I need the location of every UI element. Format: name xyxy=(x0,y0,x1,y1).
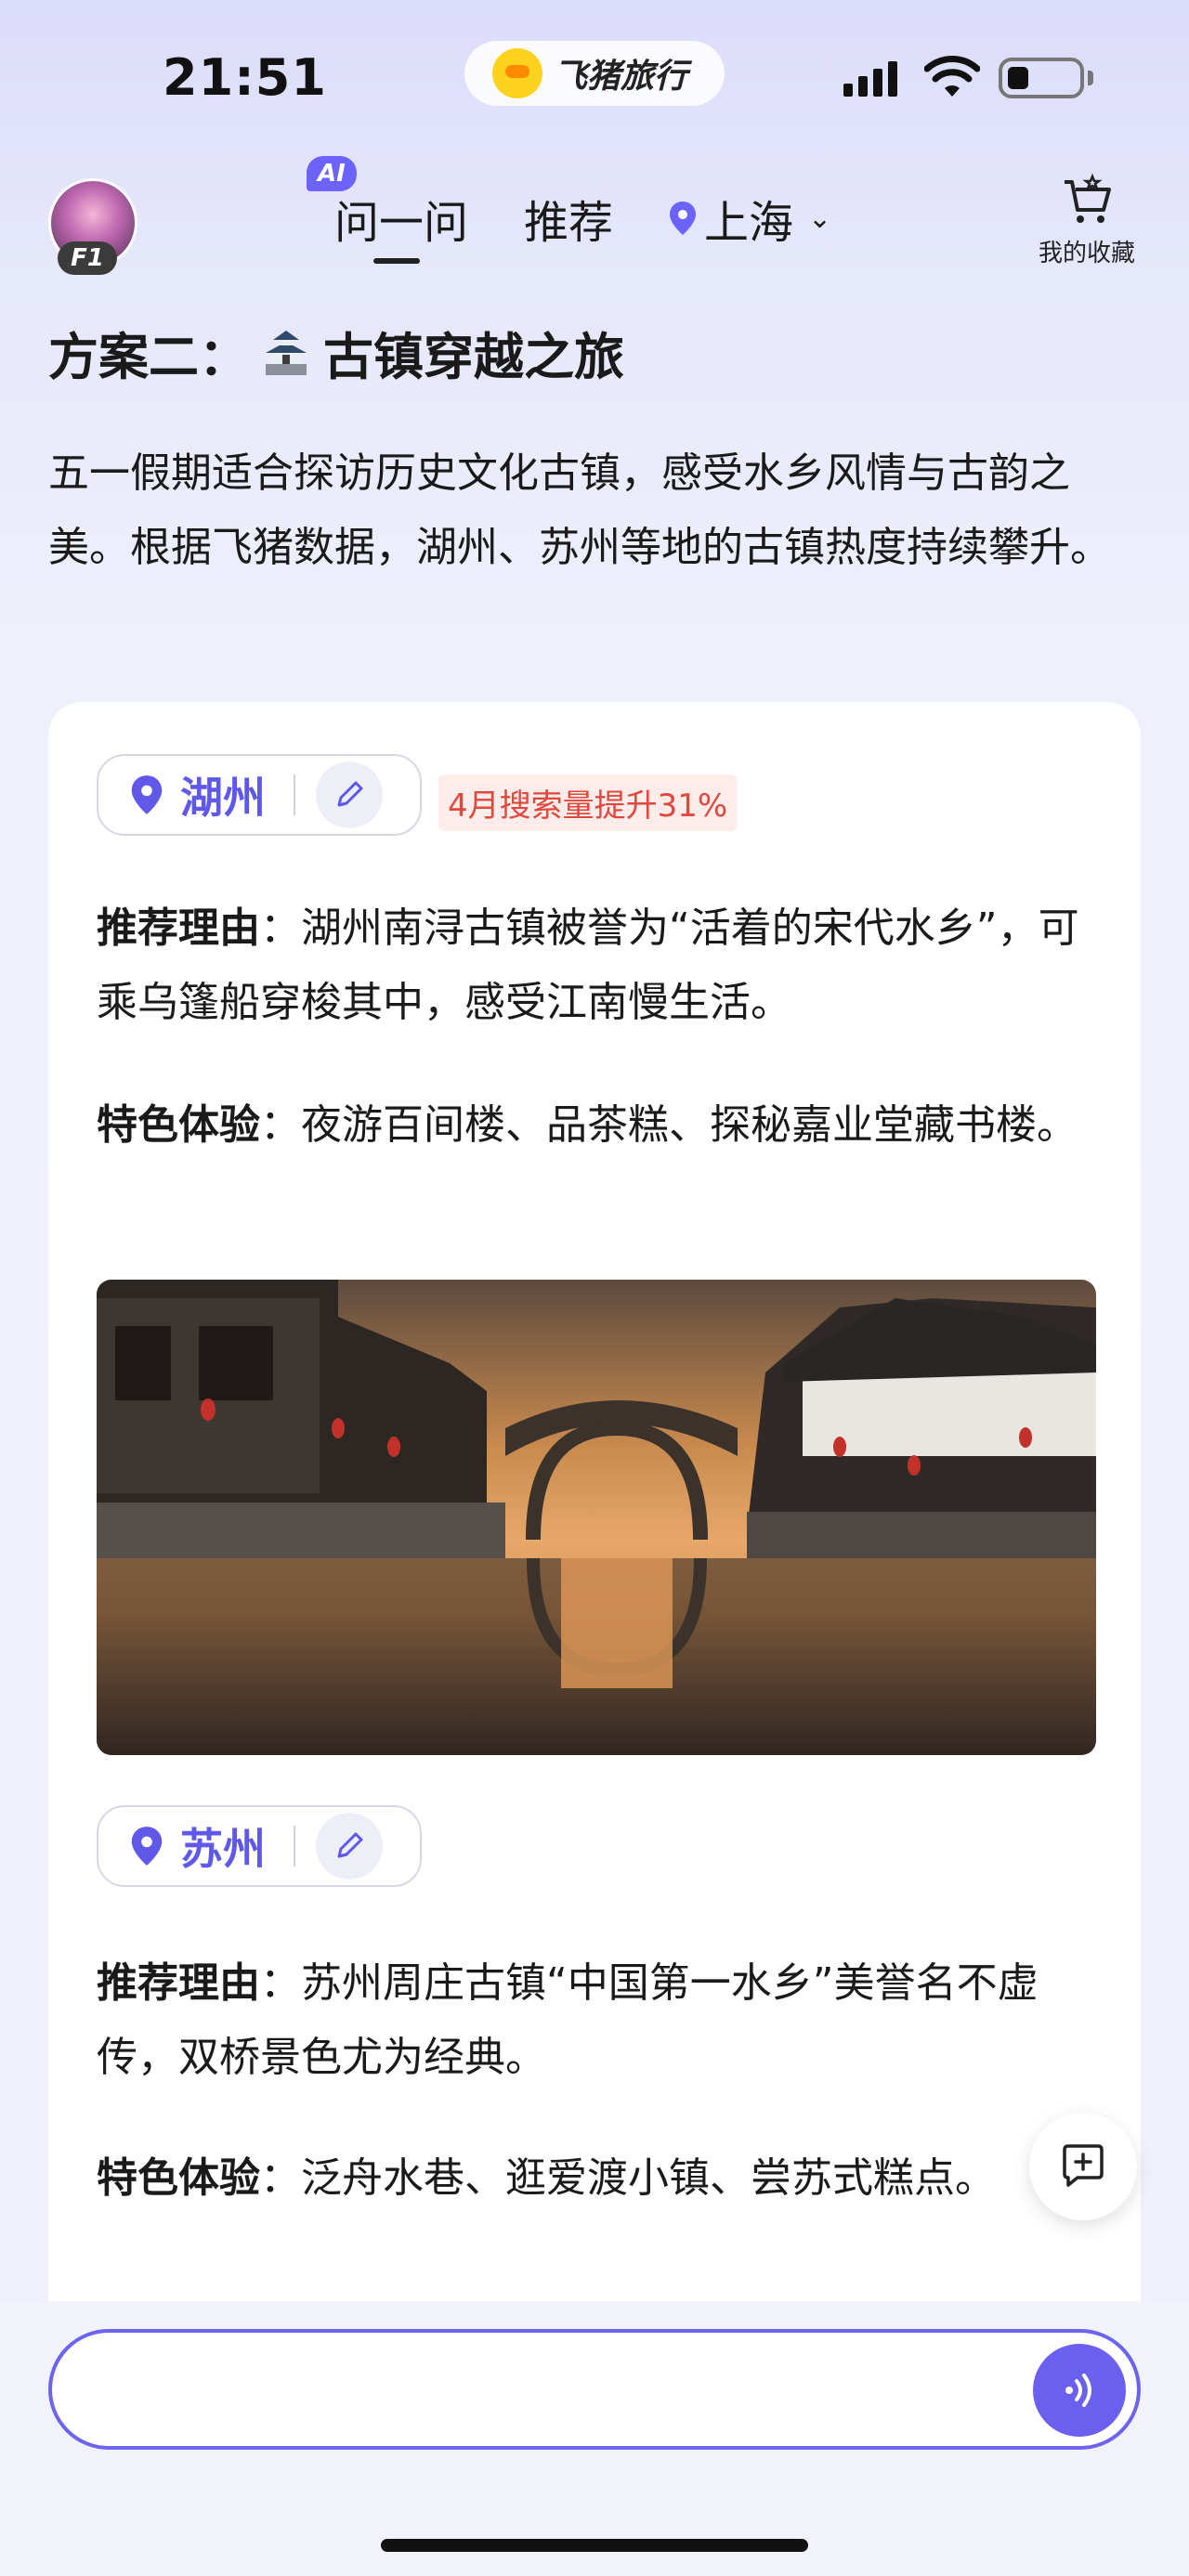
top-nav: F1 AI 问一问 推荐 上海 ⌄ 我的收藏 xyxy=(0,156,1189,288)
destination-card: 湖州 4月搜索量提升31% 推荐理由：湖州南浔古镇被誉为“活着的宋代水乡”，可乘… xyxy=(48,702,1141,2309)
favorites-button[interactable]: 我的收藏 xyxy=(1022,173,1152,268)
reason-label: 推荐理由 xyxy=(97,904,260,952)
chevron-down-icon: ⌄ xyxy=(808,202,832,235)
tab-recommend[interactable]: 推荐 xyxy=(524,186,613,251)
trend-badge: 4月搜索量提升31% xyxy=(438,774,738,831)
battery-icon xyxy=(999,58,1093,98)
city-tag-huzhou[interactable]: 湖州 xyxy=(97,754,422,836)
cart-icon xyxy=(1065,173,1111,223)
status-time: 21:51 xyxy=(163,48,327,107)
ai-badge: AI xyxy=(307,156,357,191)
new-chat-button[interactable] xyxy=(1029,2113,1137,2220)
reason-paragraph: 推荐理由：苏州周庄古镇“中国第一水乡”美誉名不虚传，双桥景色尤为经典。 xyxy=(97,1946,1109,2095)
castle-icon xyxy=(266,330,307,375)
edit-pencil-icon[interactable] xyxy=(316,761,383,828)
status-bar: 21:51 飞猪旅行 xyxy=(0,0,1189,149)
tag-divider xyxy=(294,1826,295,1867)
tab-ask[interactable]: AI 问一问 xyxy=(307,156,469,264)
fliggy-logo-icon xyxy=(492,48,542,98)
experience-text: ：夜游百间楼、品茶糕、探秘嘉业堂藏书楼。 xyxy=(260,1101,1078,1149)
voice-wave-icon xyxy=(1065,2374,1091,2407)
location-pin-icon xyxy=(131,775,163,814)
tab-recommend-label: 推荐 xyxy=(524,197,614,249)
experience-paragraph: 特色体验：夜游百间楼、品茶糕、探秘嘉业堂藏书楼。 xyxy=(97,1088,1109,1163)
nav-tabs: AI 问一问 推荐 上海 ⌄ xyxy=(307,156,831,264)
city-name: 苏州 xyxy=(180,1824,266,1874)
favorites-label: 我的收藏 xyxy=(1038,240,1135,267)
app-pill[interactable]: 飞猪旅行 xyxy=(464,41,725,106)
location-label: 上海 xyxy=(704,197,794,249)
experience-text: ：泛舟水巷、逛爱渡小镇、尝苏式糕点。 xyxy=(260,2154,996,2202)
city-tag-suzhou[interactable]: 苏州 xyxy=(97,1805,422,1887)
location-pin-icon xyxy=(131,1827,163,1866)
chat-input[interactable] xyxy=(48,2329,1141,2450)
experience-paragraph: 特色体验：泛舟水巷、逛爱渡小镇、尝苏式糕点。 xyxy=(97,2141,1109,2216)
chat-add-icon xyxy=(1063,2144,1104,2187)
plan-title-text: 古镇穿越之旅 xyxy=(323,328,624,386)
reason-paragraph: 推荐理由：湖州南浔古镇被誉为“活着的宋代水乡”，可乘乌篷船穿梭其中，感受江南慢生… xyxy=(97,891,1109,1040)
intro-paragraph: 五一假期适合探访历史文化古镇，感受水乡风情与古韵之美。根据飞猪数据，湖州、苏州等… xyxy=(48,449,1111,571)
home-indicator xyxy=(381,2539,808,2552)
water-town-photo[interactable] xyxy=(97,1280,1096,1755)
voice-button[interactable] xyxy=(1033,2344,1126,2437)
edit-pencil-icon[interactable] xyxy=(316,1813,383,1880)
wifi-icon xyxy=(924,56,980,97)
tag-divider xyxy=(294,774,295,815)
experience-label: 特色体验 xyxy=(97,1101,260,1149)
plan-title: 方案二： 古镇穿越之旅 xyxy=(48,316,624,389)
reason-label: 推荐理由 xyxy=(97,1959,260,2007)
app-pill-label: 飞猪旅行 xyxy=(554,58,688,96)
city-name: 湖州 xyxy=(180,773,266,823)
location-pin-icon xyxy=(670,202,697,235)
plan-title-prefix: 方案二： xyxy=(48,328,249,386)
location-selector[interactable]: 上海 ⌄ xyxy=(669,186,831,251)
signal-icon xyxy=(843,59,897,97)
experience-label: 特色体验 xyxy=(97,2154,260,2202)
avatar-badge: F1 xyxy=(58,241,117,275)
tab-ask-label: 问一问 xyxy=(334,197,469,249)
